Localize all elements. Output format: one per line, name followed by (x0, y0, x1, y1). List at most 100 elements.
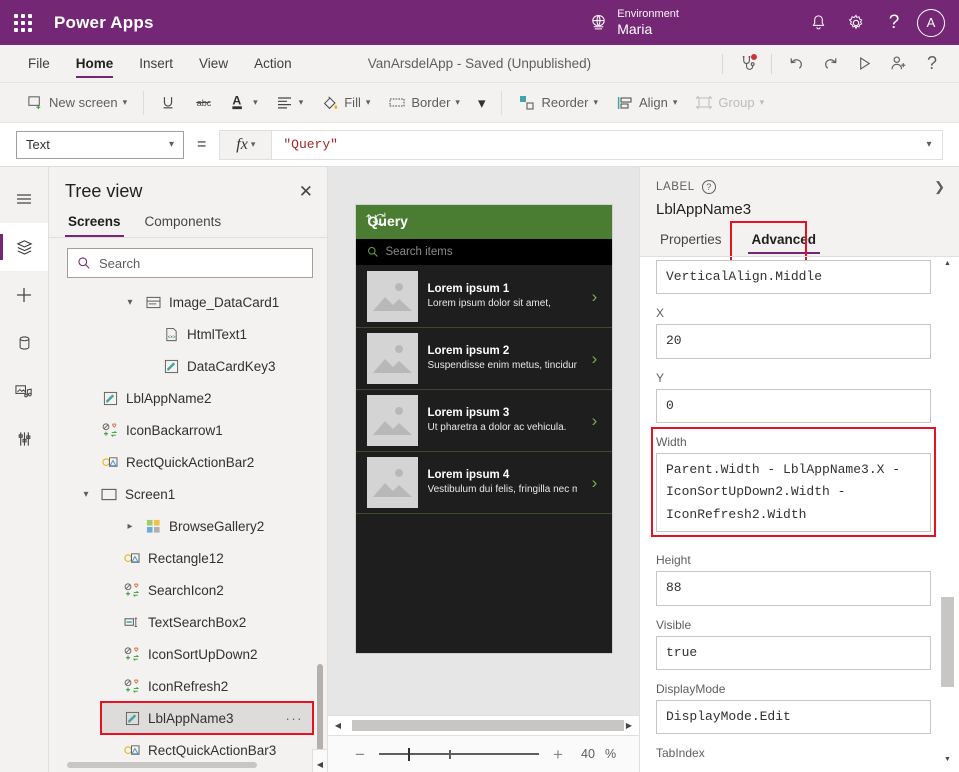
search-input[interactable]: Search (67, 248, 313, 278)
app-search-box[interactable]: Search items (356, 239, 612, 265)
share-user-icon[interactable] (881, 49, 915, 79)
chevron-right-icon[interactable]: › (587, 287, 603, 307)
font-color-button[interactable]: A ▾ (221, 88, 267, 118)
ribbon-overflow-button[interactable]: ▾ (469, 88, 495, 118)
property-value-width[interactable]: Parent.Width - LblAppName3.X - IconSortU… (656, 453, 931, 532)
align-button[interactable]: Align ▾ (607, 88, 686, 118)
bell-icon[interactable] (799, 0, 837, 45)
menu-item-action[interactable]: Action (242, 45, 304, 82)
tree-horizontal-scrollbar[interactable] (67, 762, 257, 768)
tab-properties[interactable]: Properties (656, 228, 726, 256)
rail-item-advanced-tools[interactable] (0, 415, 48, 463)
scroll-left-icon[interactable]: ◀ (332, 721, 344, 730)
tree-node-rectquickactionbar2[interactable]: RectQuickActionBar2 (49, 446, 327, 478)
rail-item-menu[interactable] (0, 175, 48, 223)
question-icon[interactable]: ? (915, 49, 949, 79)
gear-icon[interactable] (837, 0, 875, 45)
zoom-slider[interactable] (379, 747, 539, 761)
scroll-down-icon[interactable]: ▼ (941, 756, 954, 769)
rail-item-data[interactable] (0, 319, 48, 367)
undo-icon[interactable] (779, 49, 813, 79)
property-value-visible[interactable]: true (656, 636, 931, 670)
question-circle-icon[interactable]: ? (702, 180, 716, 194)
tree-node-image-datacard1[interactable]: ▾ Image_DataCard1 (49, 286, 327, 318)
chevron-down-icon[interactable]: ▾ (123, 97, 128, 108)
tree-node-htmltext1[interactable]: <•> HtmlText1 (49, 318, 327, 350)
question-icon[interactable]: ? (875, 0, 913, 45)
tree-node-iconsortupdown2[interactable]: IconSortUpDown2 (49, 638, 327, 670)
tree-node-lblappname2[interactable]: LblAppName2 (49, 382, 327, 414)
scroll-thumb[interactable] (941, 597, 954, 687)
properties-vertical-scrollbar[interactable]: ▲ ▼ (941, 257, 954, 772)
scroll-track[interactable] (348, 720, 619, 731)
zoom-slider-handle[interactable] (408, 748, 411, 761)
chevron-down-icon[interactable]: ▾ (253, 97, 258, 108)
menu-item-insert[interactable]: Insert (127, 45, 185, 82)
chevron-right-icon[interactable]: ❯ (934, 179, 945, 195)
chevron-down-icon[interactable]: ▾ (673, 97, 678, 108)
formula-expand-chevron-icon[interactable]: ▾ (916, 131, 942, 159)
chevron-down-icon[interactable]: ▾ (455, 97, 460, 108)
app-launcher-icon[interactable] (0, 14, 46, 32)
reorder-button[interactable]: Reorder ▾ (509, 88, 607, 118)
gallery-row[interactable]: Lorem ipsum 4 Vestibulum dui felis, frin… (356, 452, 612, 514)
property-value-displaymode[interactable]: DisplayMode.Edit (656, 700, 931, 734)
zoom-out-button[interactable]: − (351, 746, 369, 763)
property-value-x[interactable]: 20 (656, 324, 931, 358)
chevron-down-icon[interactable]: ▾ (123, 297, 137, 308)
border-button[interactable]: Border ▾ (379, 88, 469, 118)
tree-node-searchicon2[interactable]: SearchIcon2 (49, 574, 327, 606)
rail-item-media[interactable] (0, 367, 48, 415)
property-value-height[interactable]: 88 (656, 571, 931, 605)
tree-node-textsearchbox2[interactable]: TextSearchBox2 (49, 606, 327, 638)
canvas-horizontal-scrollbar[interactable]: ◀ ▶ (328, 715, 639, 735)
underline-button[interactable] (151, 88, 185, 118)
tab-screens[interactable]: Screens (65, 210, 124, 237)
chevron-down-icon[interactable]: ▾ (299, 97, 304, 108)
tree-node-rectangle12[interactable]: Rectangle12 (49, 542, 327, 574)
fill-button[interactable]: Fill ▾ (312, 88, 379, 118)
gallery-row[interactable]: Lorem ipsum 3 Ut pharetra a dolor ac veh… (356, 390, 612, 452)
environment-selector[interactable]: Environment Maria (589, 8, 679, 37)
rail-item-insert[interactable] (0, 271, 48, 319)
redo-icon[interactable] (813, 49, 847, 79)
scroll-thumb[interactable] (352, 720, 624, 731)
new-screen-button[interactable]: New screen ▾ (18, 88, 136, 118)
menu-item-home[interactable]: Home (64, 45, 126, 82)
tree-node-more-icon[interactable]: ··· (286, 711, 304, 726)
tree-node-screen1[interactable]: ▾ Screen1 (49, 478, 327, 510)
chevron-right-icon[interactable]: › (587, 411, 603, 431)
property-value-y[interactable]: 0 (656, 389, 931, 423)
gallery-row[interactable]: Lorem ipsum 2 Suspendisse enim metus, ti… (356, 328, 612, 390)
chevron-down-icon[interactable]: ▾ (79, 489, 93, 500)
tree-node-datacardkey3[interactable]: DataCardKey3 (49, 350, 327, 382)
property-select[interactable]: Text ▾ (16, 131, 184, 159)
collapse-panel-icon[interactable]: ◀ (312, 749, 328, 772)
chevron-right-icon[interactable]: › (587, 473, 603, 493)
chevron-down-icon[interactable]: ▾ (366, 97, 371, 108)
chevron-down-icon[interactable]: ▾ (760, 97, 765, 108)
chevron-right-icon[interactable]: ▸ (123, 521, 137, 532)
play-icon[interactable] (847, 49, 881, 79)
tree-node-iconbackarrow1[interactable]: IconBackarrow1 (49, 414, 327, 446)
group-button[interactable]: Group ▾ (686, 88, 773, 118)
tree-node-browsegallery2[interactable]: ▸ BrowseGallery2 (49, 510, 327, 542)
tree-node-iconrefresh2[interactable]: IconRefresh2 (49, 670, 327, 702)
menu-item-view[interactable]: View (187, 45, 240, 82)
menu-item-file[interactable]: File (16, 45, 62, 82)
scroll-up-icon[interactable]: ▲ (941, 260, 954, 273)
chevron-right-icon[interactable]: › (587, 349, 603, 369)
app-checker-icon[interactable] (730, 49, 764, 79)
close-icon[interactable]: ✕ (299, 183, 313, 200)
formula-input[interactable]: "Query" (272, 131, 916, 159)
avatar[interactable]: A (917, 9, 945, 37)
tab-components[interactable]: Components (142, 210, 225, 237)
property-value-verticalalign[interactable]: VerticalAlign.Middle (656, 260, 931, 294)
zoom-in-button[interactable]: + (549, 746, 567, 763)
tree-node-lblappname3[interactable]: LblAppName3 ··· (101, 702, 313, 734)
strikethrough-button[interactable]: abc (185, 88, 221, 118)
rail-item-tree-view[interactable] (0, 223, 48, 271)
gallery-row[interactable]: Lorem ipsum 1 Lorem ipsum dolor sit amet… (356, 266, 612, 328)
text-align-button[interactable]: ▾ (267, 88, 313, 118)
chevron-down-icon[interactable]: ▾ (593, 97, 598, 108)
